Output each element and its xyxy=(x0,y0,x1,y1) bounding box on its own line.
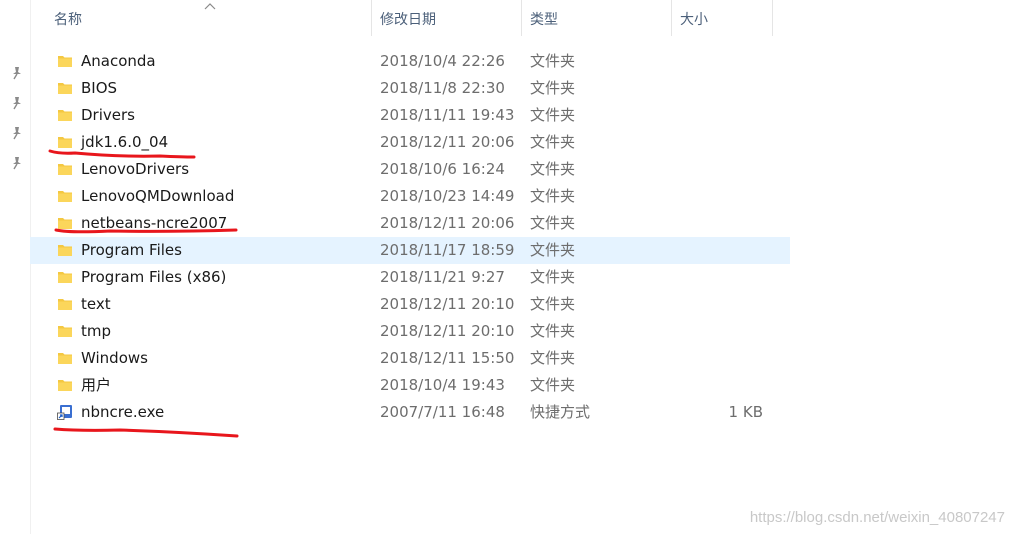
file-type: 文件夹 xyxy=(530,133,576,151)
file-row[interactable]: Anaconda 2018/10/4 22:26 文件夹 xyxy=(30,48,790,75)
file-row[interactable]: Windows 2018/12/11 15:50 文件夹 xyxy=(30,345,790,372)
file-modified-date: 2018/11/8 22:30 xyxy=(380,79,505,97)
file-type: 文件夹 xyxy=(530,349,576,367)
file-name[interactable]: Anaconda xyxy=(81,48,156,75)
folder-icon xyxy=(58,218,72,229)
column-header-date[interactable]: 修改日期 xyxy=(372,0,522,36)
file-name[interactable]: nbncre.exe xyxy=(81,399,164,426)
file-modified-date: 2018/10/23 14:49 xyxy=(380,187,515,205)
file-type: 文件夹 xyxy=(530,214,576,232)
file-size: 1 KB xyxy=(728,403,763,421)
file-name[interactable]: BIOS xyxy=(81,75,117,102)
file-name[interactable]: LenovoDrivers xyxy=(81,156,189,183)
file-row[interactable]: jdk1.6.0_04 2018/12/11 20:06 文件夹 xyxy=(30,129,790,156)
pin-icon[interactable] xyxy=(10,156,24,170)
file-row[interactable]: text 2018/12/11 20:10 文件夹 xyxy=(30,291,790,318)
file-modified-date: 2018/11/17 18:59 xyxy=(380,241,515,259)
file-type: 文件夹 xyxy=(530,52,576,70)
file-name[interactable]: Program Files (x86) xyxy=(81,264,226,291)
folder-icon xyxy=(58,56,72,67)
file-row[interactable]: Program Files (x86) 2018/11/21 9:27 文件夹 xyxy=(30,264,790,291)
column-header-size[interactable]: 大小 xyxy=(672,0,773,36)
file-row[interactable]: BIOS 2018/11/8 22:30 文件夹 xyxy=(30,75,790,102)
file-modified-date: 2018/10/6 16:24 xyxy=(380,160,505,178)
annotation-underline-nbncre xyxy=(53,427,239,438)
file-modified-date: 2018/12/11 20:06 xyxy=(380,214,515,232)
file-name[interactable]: Program Files xyxy=(81,237,182,264)
file-name[interactable]: 用户 xyxy=(81,372,111,399)
column-header-type[interactable]: 类型 xyxy=(522,0,672,36)
folder-icon xyxy=(58,299,72,310)
column-header-name[interactable]: 名称 xyxy=(46,0,372,36)
watermark: https://blog.csdn.net/weixin_40807247 xyxy=(749,509,1005,526)
file-row[interactable]: LenovoQMDownload 2018/10/23 14:49 文件夹 xyxy=(30,183,790,210)
file-name[interactable]: Drivers xyxy=(81,102,135,129)
file-type: 文件夹 xyxy=(530,376,576,394)
folder-icon xyxy=(58,137,72,148)
file-type: 文件夹 xyxy=(530,160,576,178)
file-row[interactable]: netbeans-ncre2007 2018/12/11 20:06 文件夹 xyxy=(30,210,790,237)
pin-icon[interactable] xyxy=(10,66,24,80)
folder-icon xyxy=(58,245,72,256)
shortcut-exe-icon xyxy=(57,405,72,420)
folder-icon xyxy=(58,353,72,364)
navigation-pane-edge xyxy=(0,0,31,534)
file-type: 文件夹 xyxy=(530,79,576,97)
file-row[interactable]: 用户 2018/10/4 19:43 文件夹 xyxy=(30,372,790,399)
folder-icon xyxy=(58,164,72,175)
folder-icon xyxy=(58,272,72,283)
file-type: 文件夹 xyxy=(530,106,576,124)
file-modified-date: 2018/12/11 15:50 xyxy=(380,349,515,367)
file-list: Anaconda 2018/10/4 22:26 文件夹 BIOS 2018/11/8 … xyxy=(30,48,790,426)
file-modified-date: 2018/12/11 20:10 xyxy=(380,295,515,313)
file-name[interactable]: tmp xyxy=(81,318,111,345)
column-header-bar: 名称 修改日期 类型 大小 xyxy=(30,0,1015,40)
file-type: 文件夹 xyxy=(530,295,576,313)
file-row[interactable]: nbncre.exe 2007/7/11 16:48 快捷方式 1 KB xyxy=(30,399,790,426)
file-type: 文件夹 xyxy=(530,241,576,259)
file-row[interactable]: LenovoDrivers 2018/10/6 16:24 文件夹 xyxy=(30,156,790,183)
file-row[interactable]: tmp 2018/12/11 20:10 文件夹 xyxy=(30,318,790,345)
file-modified-date: 2018/11/21 9:27 xyxy=(380,268,505,286)
file-modified-date: 2007/7/11 16:48 xyxy=(380,403,505,421)
file-type: 文件夹 xyxy=(530,187,576,205)
file-row[interactable]: Drivers 2018/11/11 19:43 文件夹 xyxy=(30,102,790,129)
pin-icon[interactable] xyxy=(10,96,24,110)
file-name[interactable]: netbeans-ncre2007 xyxy=(81,210,227,237)
folder-icon xyxy=(58,191,72,202)
folder-icon xyxy=(58,326,72,337)
file-type: 快捷方式 xyxy=(530,403,591,421)
file-modified-date: 2018/11/11 19:43 xyxy=(380,106,515,124)
file-modified-date: 2018/10/4 22:26 xyxy=(380,52,505,70)
file-type: 文件夹 xyxy=(530,268,576,286)
file-name[interactable]: jdk1.6.0_04 xyxy=(81,129,168,156)
folder-icon xyxy=(58,380,72,391)
file-type: 文件夹 xyxy=(530,322,576,340)
file-name[interactable]: Windows xyxy=(81,345,148,372)
pin-icon[interactable] xyxy=(10,126,24,140)
file-modified-date: 2018/12/11 20:06 xyxy=(380,133,515,151)
folder-icon xyxy=(58,83,72,94)
file-name[interactable]: LenovoQMDownload xyxy=(81,183,234,210)
folder-icon xyxy=(58,110,72,121)
file-modified-date: 2018/10/4 19:43 xyxy=(380,376,505,394)
file-row[interactable]: Program Files 2018/11/17 18:59 文件夹 xyxy=(30,237,790,264)
file-modified-date: 2018/12/11 20:10 xyxy=(380,322,515,340)
file-name[interactable]: text xyxy=(81,291,111,318)
